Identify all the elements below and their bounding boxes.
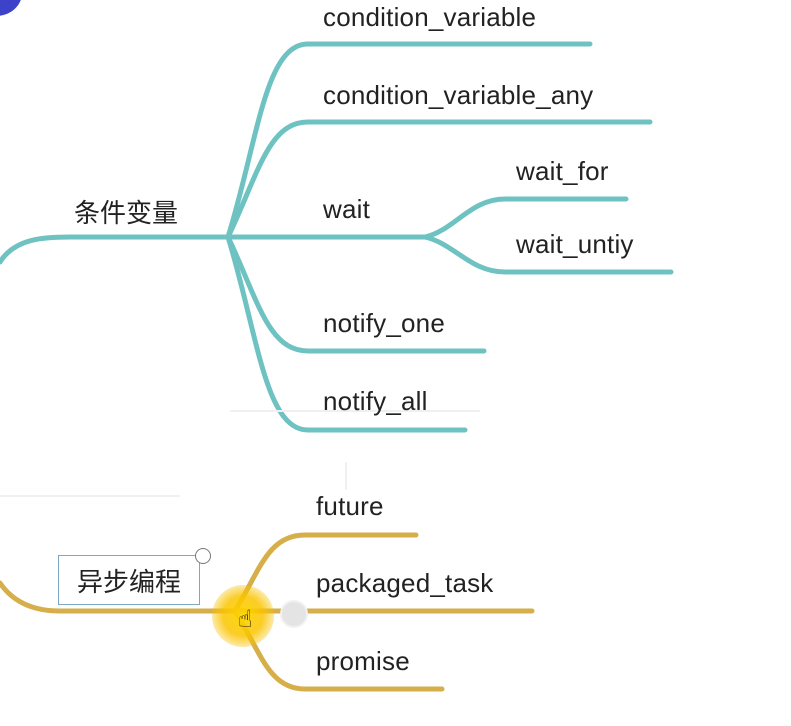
- topic-condition-vars[interactable]: 条件变量: [74, 193, 178, 230]
- node-future[interactable]: future: [316, 491, 384, 522]
- circle-outline-icon[interactable]: [195, 548, 211, 564]
- hand-pointer-icon: ☝: [238, 606, 253, 633]
- topic-async-programming-label: 异步编程: [76, 566, 181, 597]
- node-condition-variable[interactable]: condition_variable: [323, 2, 536, 33]
- node-condition-variable-any[interactable]: condition_variable_any: [323, 80, 593, 111]
- node-notify-all[interactable]: notify_all: [323, 386, 428, 417]
- branch-line-condition-variable: [225, 41, 593, 240]
- branch-line-root-to-condition-vars: [0, 234, 231, 265]
- drag-ghost-node: [280, 600, 308, 628]
- separator-line: [345, 462, 347, 490]
- node-wait-untiy[interactable]: wait_untiy: [516, 229, 634, 260]
- topic-async-programming[interactable]: 异步编程: [58, 555, 200, 605]
- node-wait[interactable]: wait: [323, 194, 370, 225]
- node-notify-one[interactable]: notify_one: [323, 308, 445, 339]
- node-promise[interactable]: promise: [316, 646, 410, 677]
- node-wait-for[interactable]: wait_for: [516, 156, 609, 187]
- separator-line: [0, 495, 180, 497]
- node-packaged-task[interactable]: packaged_task: [316, 568, 494, 599]
